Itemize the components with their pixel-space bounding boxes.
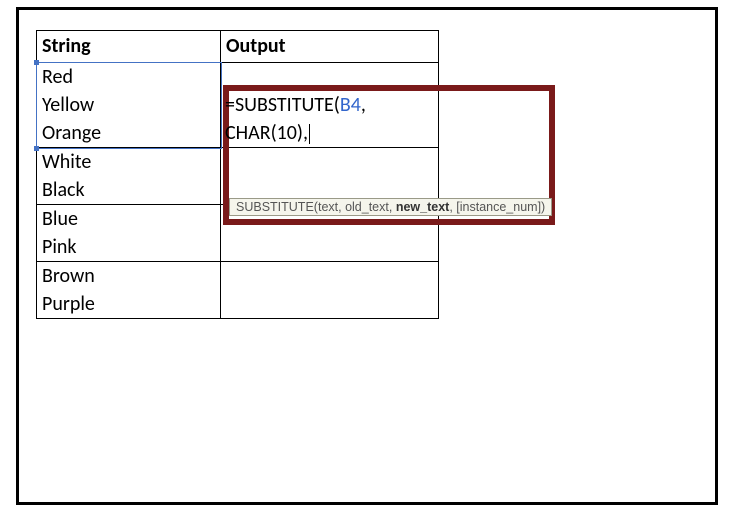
table-row: Brown Purple: [37, 262, 439, 319]
cell-output-2[interactable]: [221, 148, 439, 205]
cell-string-1[interactable]: Red Yellow Orange: [37, 63, 221, 148]
formula-token-comma1: ,: [361, 93, 366, 117]
tooltip-arg-text[interactable]: text: [318, 200, 338, 214]
tooltip-arg-inst[interactable]: [instance_num]: [456, 200, 541, 214]
table-row: White Black: [37, 148, 439, 205]
formula-token-fn2: CHAR: [225, 121, 271, 145]
text-caret: [309, 124, 310, 144]
cell-output-4[interactable]: [221, 262, 439, 319]
spreadsheet-table: String Output Red Yellow Orange =SUBSTIT…: [36, 30, 439, 319]
cell-string-3[interactable]: Blue Pink: [37, 205, 221, 262]
formula-token-ref: B4: [340, 93, 361, 117]
formula-token-eq: =: [225, 93, 235, 117]
formula-editor-line2[interactable]: CHAR(10),: [225, 119, 310, 147]
tooltip-fn: SUBSTITUTE: [236, 200, 314, 214]
tooltip-arg-new[interactable]: new_text: [396, 200, 450, 214]
cell-string-4[interactable]: Brown Purple: [37, 262, 221, 319]
tooltip-close: ): [541, 200, 545, 214]
table-row: Red Yellow Orange =SUBSTITUTE(B4, CHAR(1…: [37, 63, 439, 148]
formula-editor-line1[interactable]: =SUBSTITUTE(B4,: [225, 91, 366, 119]
formula-tooltip[interactable]: SUBSTITUTE(text, old_text, new_text, [in…: [229, 198, 552, 216]
header-output[interactable]: Output: [221, 31, 439, 63]
tooltip-arg-old[interactable]: old_text: [345, 200, 389, 214]
formula-token-fn: SUBSTITUTE: [235, 93, 334, 117]
cell-string-2[interactable]: White Black: [37, 148, 221, 205]
formula-token-comma2: ,: [303, 121, 308, 145]
tooltip-sep2: ,: [389, 200, 396, 214]
header-string[interactable]: String: [37, 31, 221, 63]
header-row: String Output: [37, 31, 439, 63]
formula-token-num: 10: [277, 121, 297, 145]
cell-output-1[interactable]: =SUBSTITUTE(B4, CHAR(10),: [221, 63, 439, 148]
